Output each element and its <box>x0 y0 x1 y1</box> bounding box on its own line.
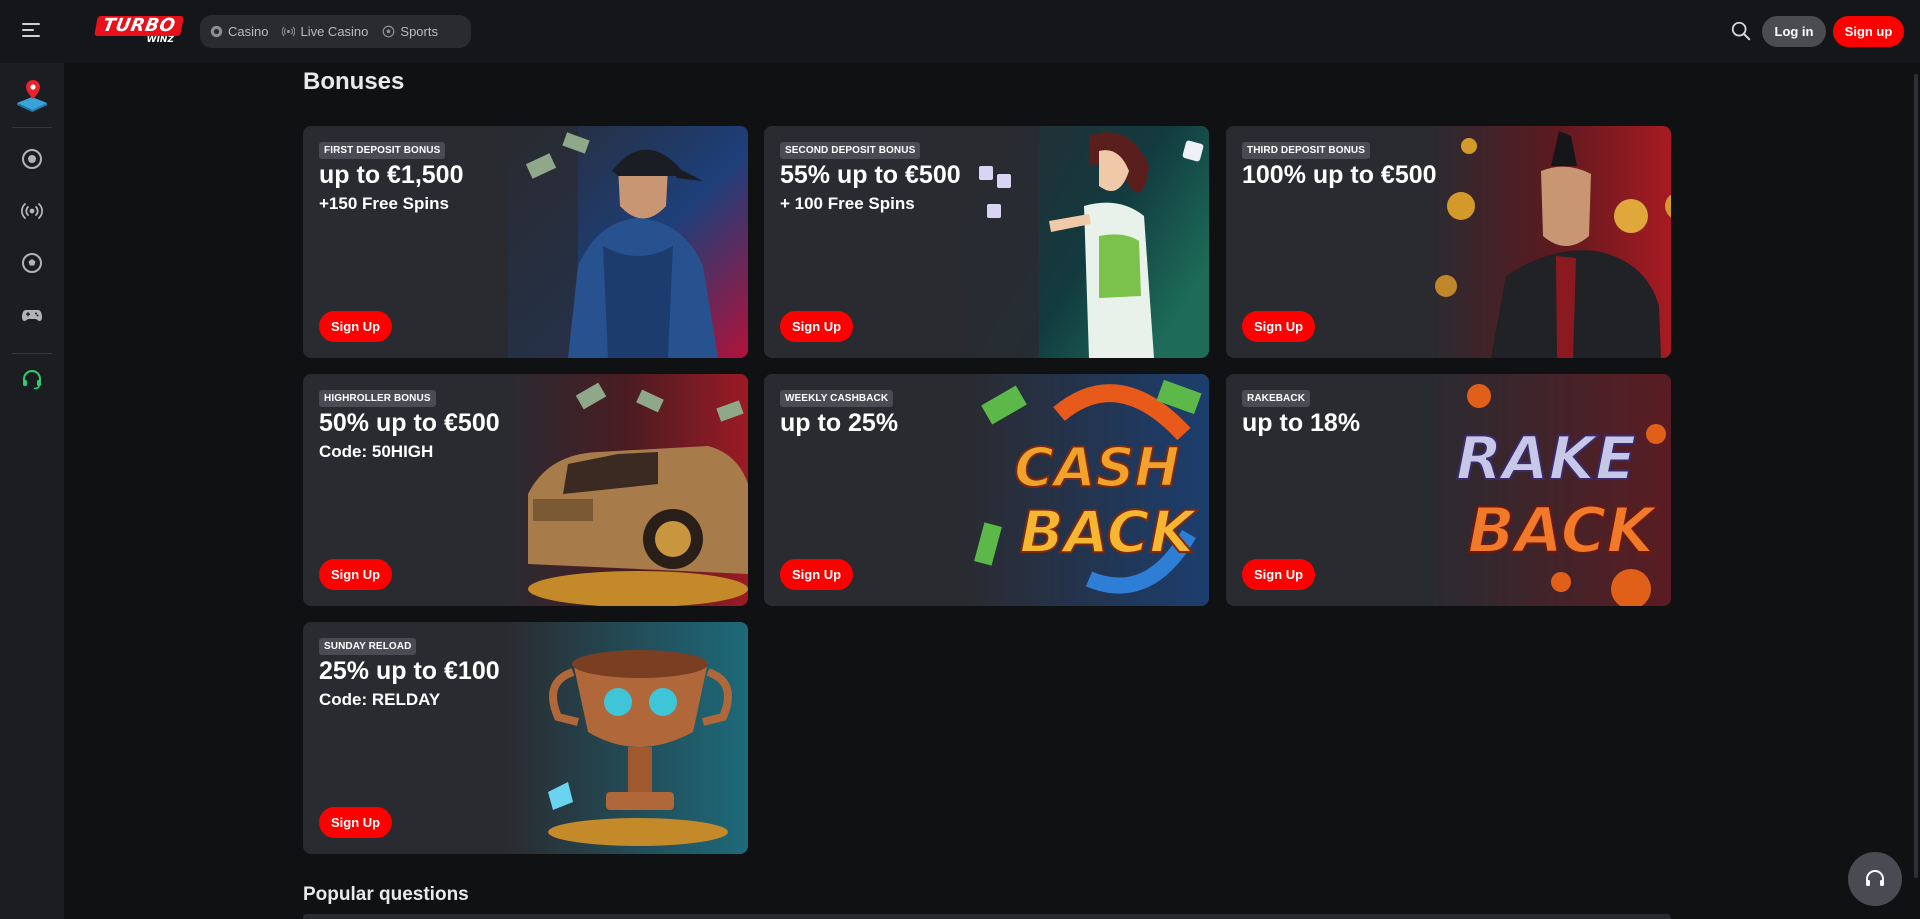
category-nav: Casino Live Casino Sports <box>200 15 471 48</box>
bonus-subline: + 100 Free Spins <box>780 194 915 213</box>
cashback-art-text-back: BACK <box>1020 498 1199 566</box>
trophy-cup-illustration <box>508 622 748 854</box>
live-broadcast-icon <box>282 26 296 37</box>
signup-cta-button[interactable]: Sign Up <box>1242 559 1316 590</box>
sidebar <box>0 63 64 919</box>
bonus-card-third-deposit: THIRD DEPOSIT BONUS 100% up to €500 Sign… <box>1226 126 1671 358</box>
menu-hamburger-icon[interactable] <box>22 23 42 39</box>
soccer-ball-icon[interactable] <box>20 251 44 275</box>
faq-section-title: Popular questions <box>303 884 469 905</box>
bonus-subline: +150 Free Spins <box>319 194 449 213</box>
bonus-subline: Code: RELDAY <box>319 690 441 709</box>
live-support-button[interactable] <box>1848 852 1902 906</box>
support-headset-icon <box>1866 870 1884 886</box>
gold-car-illustration <box>508 374 748 606</box>
bonus-card-sunday-reload: SUNDAY RELOAD 25% up to €100 Code: RELDA… <box>303 622 748 854</box>
cashback-logo-illustration: CASH BACK <box>969 374 1209 606</box>
bonus-tag: RAKEBACK <box>1242 390 1311 407</box>
dice-woman-illustration <box>969 126 1209 358</box>
faq-first-item[interactable] <box>303 914 1671 919</box>
top-bar: TURBO WINZ Casino Live Casino Sports Log… <box>0 0 1920 63</box>
support-headset-icon[interactable] <box>20 367 44 391</box>
turbowinz-logo[interactable]: TURBO WINZ <box>94 15 184 45</box>
mohawk-man-illustration <box>1431 126 1671 358</box>
signup-cta-button[interactable]: Sign Up <box>780 311 854 342</box>
bonus-tag: HIGHROLLER BONUS <box>319 390 436 407</box>
signup-cta-button[interactable]: Sign Up <box>780 559 854 590</box>
bonus-tag: FIRST DEPOSIT BONUS <box>319 142 446 159</box>
nav-live-casino[interactable]: Live Casino <box>282 24 368 39</box>
bonus-tag: SUNDAY RELOAD <box>319 638 417 655</box>
nav-casino[interactable]: Casino <box>210 24 268 39</box>
hooded-man-illustration <box>508 126 748 358</box>
bonus-headline: 100% up to €500 <box>1242 161 1437 189</box>
bonus-tag: SECOND DEPOSIT BONUS <box>780 142 921 159</box>
search-icon[interactable] <box>1730 20 1752 42</box>
live-broadcast-icon[interactable] <box>20 199 44 223</box>
casino-chip-icon <box>210 25 223 38</box>
nav-casino-label: Casino <box>228 24 269 39</box>
bonus-headline: 25% up to €100 <box>319 657 500 685</box>
bonus-tag: THIRD DEPOSIT BONUS <box>1242 142 1371 159</box>
bonus-headline: up to 18% <box>1242 409 1361 437</box>
bonus-card-first-deposit: FIRST DEPOSIT BONUS up to €1,500 +150 Fr… <box>303 126 748 358</box>
rakeback-art-text-rake: RAKE <box>1456 424 1636 494</box>
map-pin-icon[interactable] <box>14 77 50 113</box>
soccer-ball-icon <box>383 25 395 38</box>
signup-button[interactable]: Sign up <box>1833 16 1904 47</box>
bonus-tag: WEEKLY CASHBACK <box>780 390 894 407</box>
bonus-headline: 55% up to €500 <box>780 161 961 189</box>
bonus-headline: up to €1,500 <box>319 161 464 189</box>
logo-text-top: TURBO <box>94 15 184 36</box>
signup-cta-button[interactable]: Sign Up <box>1242 311 1316 342</box>
rakeback-logo-illustration: RAKE BACK <box>1431 374 1671 606</box>
signup-cta-button[interactable]: Sign Up <box>319 807 393 838</box>
bonus-card-weekly-cashback: CASH BACK WEEKLY CASHBACK up to 25% Sign… <box>764 374 1209 606</box>
login-button[interactable]: Log in <box>1762 16 1826 47</box>
bonus-subline: Code: 50HIGH <box>319 442 434 461</box>
gamepad-icon[interactable] <box>20 303 44 327</box>
signup-cta-button[interactable]: Sign Up <box>319 311 393 342</box>
casino-chip-icon[interactable] <box>20 147 44 171</box>
sidebar-divider <box>12 127 52 128</box>
nav-live-casino-label: Live Casino <box>300 24 369 39</box>
bonus-card-second-deposit: SECOND DEPOSIT BONUS 55% up to €500 + 10… <box>764 126 1209 358</box>
bonus-card-highroller: HIGHROLLER BONUS 50% up to €500 Code: 50… <box>303 374 748 606</box>
bonus-card-rakeback: RAKE BACK RAKEBACK up to 18% Sign Up <box>1226 374 1671 606</box>
page-title: Bonuses <box>303 68 405 95</box>
nav-sports[interactable]: Sports <box>382 24 438 39</box>
page-scrollbar[interactable] <box>1914 74 1918 878</box>
logo-text-bottom: WINZ <box>146 35 174 45</box>
rakeback-art-text-back: BACK <box>1468 494 1659 567</box>
nav-sports-label: Sports <box>400 24 438 39</box>
signup-cta-button[interactable]: Sign Up <box>319 559 393 590</box>
sidebar-divider <box>12 353 52 354</box>
cashback-art-text-cash: CASH <box>1014 436 1180 499</box>
bonus-headline: 50% up to €500 <box>319 409 500 437</box>
bonus-headline: up to 25% <box>780 409 899 437</box>
